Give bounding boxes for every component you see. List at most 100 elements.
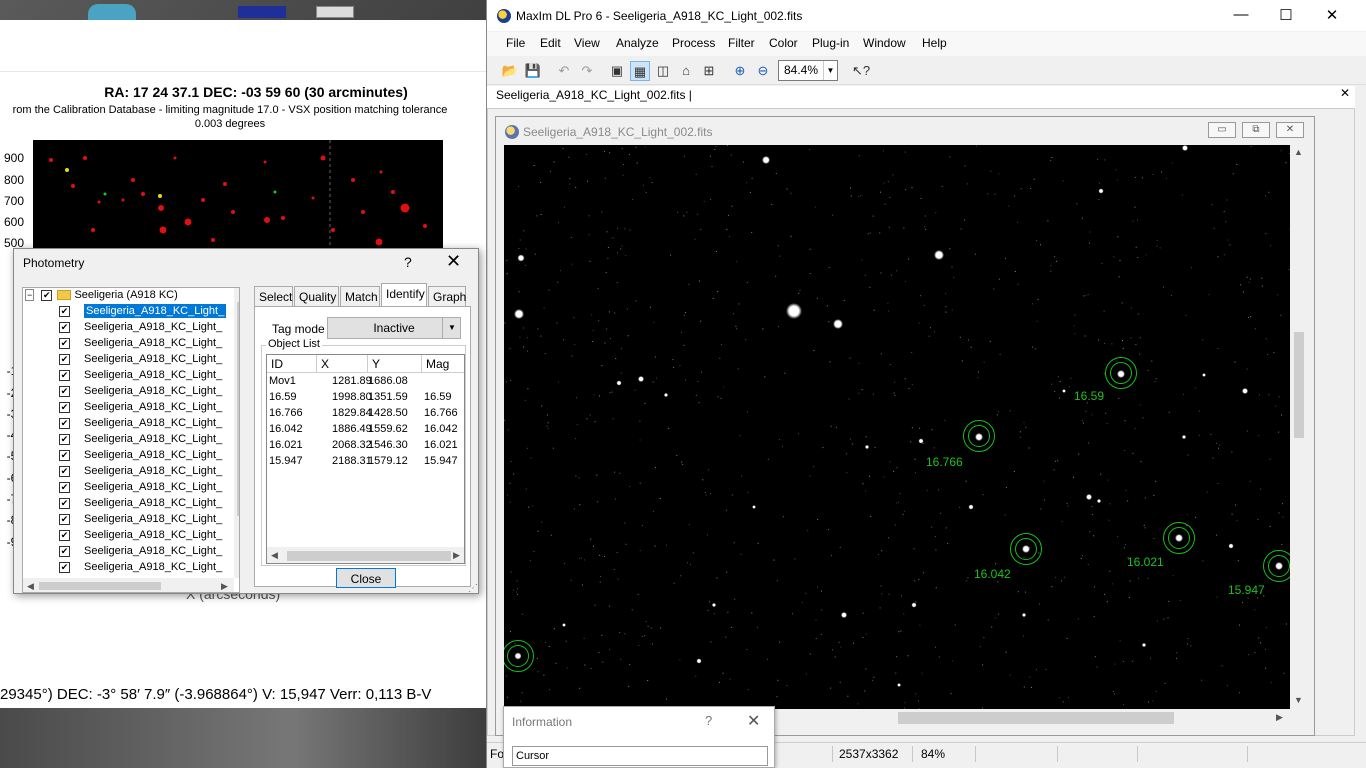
tree-item[interactable]: ✔ Seeligeria_A918_KC_Light_ <box>59 465 222 481</box>
lock-icon[interactable]: ⌂ <box>676 61 696 81</box>
document-tab[interactable]: Seeligeria_A918_KC_Light_002.fits | <box>496 88 692 102</box>
tab-match[interactable]: Match <box>340 286 380 306</box>
close-icon[interactable]: ✕ <box>1340 86 1350 100</box>
table-row[interactable]: 16.59 1998.80 1351.59 16.59 <box>267 391 464 407</box>
checkbox[interactable]: ✔ <box>59 369 70 381</box>
checkbox[interactable]: ✔ <box>59 545 70 557</box>
tree-item[interactable]: ✔ Seeligeria_A918_KC_Light_ <box>59 304 227 321</box>
horizontal-scroll-thumb[interactable] <box>39 582 161 590</box>
tree-item[interactable]: ✔ Seeligeria_A918_KC_Light_ <box>59 513 222 529</box>
zoom-select[interactable]: 84.4% ▼ <box>778 60 838 81</box>
checkbox[interactable]: ✔ <box>59 337 70 349</box>
table-row[interactable]: 16.766 1829.84 1428.50 16.766 <box>267 407 464 423</box>
scroll-down-icon[interactable]: ▼ <box>1294 695 1303 705</box>
checkbox[interactable]: ✔ <box>41 289 53 301</box>
menu-process[interactable]: Process <box>672 36 715 50</box>
zoom-out-icon[interactable]: ⊖ <box>753 61 773 81</box>
menu-edit[interactable]: Edit <box>540 36 561 50</box>
checkbox[interactable]: ✔ <box>59 305 70 317</box>
horizontal-scroll-thumb[interactable] <box>898 712 1174 724</box>
column-header[interactable]: Mag <box>422 355 464 373</box>
close-icon[interactable]: ✕ <box>446 251 461 272</box>
tree-item[interactable]: ✔ Seeligeria_A918_KC_Light_ <box>59 337 222 353</box>
close-icon[interactable]: ✕ <box>747 711 760 731</box>
tree-item[interactable]: ✔ Seeligeria_A918_KC_Light_ <box>59 545 222 561</box>
table-row[interactable]: Mov1 1281.89 1686.08 <box>267 375 464 391</box>
astro-image[interactable]: 16.59 16.766 16.042 16.021 15.947 <box>504 145 1290 709</box>
column-header[interactable]: ID <box>267 355 317 373</box>
checkbox[interactable]: ✔ <box>59 321 70 333</box>
table-row[interactable]: 16.021 2068.32 1546.30 16.021 <box>267 439 464 455</box>
checkbox[interactable]: ✔ <box>59 433 70 445</box>
column-header[interactable]: Y <box>368 355 422 373</box>
tree-item[interactable]: ✔ Seeligeria_A918_KC_Light_ <box>59 369 222 385</box>
checkbox[interactable]: ✔ <box>59 497 70 509</box>
open-icon[interactable]: 📂 <box>500 61 520 81</box>
save-icon[interactable]: 💾 <box>523 61 543 81</box>
checkbox[interactable]: ✔ <box>59 353 70 365</box>
checkbox[interactable]: ✔ <box>59 465 70 477</box>
help-icon[interactable]: ? <box>404 254 412 270</box>
tab-select[interactable]: Select <box>254 286 293 306</box>
table-row[interactable]: 15.947 2188.31 1579.12 15.947 <box>267 455 464 471</box>
checkbox[interactable]: ✔ <box>59 529 70 541</box>
flip-icon[interactable]: ◫ <box>653 61 673 81</box>
menu-view[interactable]: View <box>574 36 600 50</box>
checkbox[interactable]: ✔ <box>59 561 70 573</box>
tree-root[interactable]: − ✔ Seeligeria (A918 KC) <box>25 289 178 303</box>
menu-analyze[interactable]: Analyze <box>616 36 659 50</box>
scroll-left-icon[interactable]: ◀ <box>271 550 278 561</box>
maximize-button[interactable]: ☐ <box>1263 6 1309 24</box>
mdi-restore-button[interactable]: ⧉ <box>1242 122 1270 138</box>
collapse-icon[interactable]: − <box>25 289 35 301</box>
vertical-scroll-thumb[interactable] <box>1294 332 1304 438</box>
scroll-right-icon[interactable]: ▶ <box>1276 712 1283 723</box>
scroll-right-icon[interactable]: ▶ <box>221 581 228 592</box>
scroll-left-icon[interactable]: ◀ <box>27 581 34 592</box>
checkbox[interactable]: ✔ <box>59 481 70 493</box>
tree-item[interactable]: ✔ Seeligeria_A918_KC_Light_ <box>59 353 222 369</box>
scroll-up-icon[interactable]: ▲ <box>237 288 239 298</box>
resize-grip-icon[interactable]: ⋰ <box>468 583 478 594</box>
undo-icon[interactable]: ↶ <box>554 61 574 81</box>
tab-graph[interactable]: Graph <box>428 286 466 306</box>
checkbox[interactable]: ✔ <box>59 385 70 397</box>
information-mode-select[interactable]: Cursor <box>512 746 768 766</box>
tree-item[interactable]: ✔ Seeligeria_A918_KC_Light_ <box>59 529 222 545</box>
menu-window[interactable]: Window <box>863 36 906 50</box>
tag-mode-select[interactable]: Inactive ▼ <box>327 317 461 339</box>
zoom-in-icon[interactable]: ⊕ <box>730 61 750 81</box>
tree-item[interactable]: ✔ Seeligeria_A918_KC_Light_ <box>59 385 222 401</box>
menu-color[interactable]: Color <box>769 36 798 50</box>
column-header[interactable]: X <box>317 355 368 373</box>
tree-item[interactable]: ✔ Seeligeria_A918_KC_Light_ <box>59 497 222 513</box>
minimize-button[interactable]: — <box>1218 6 1264 23</box>
table-row[interactable]: 16.042 1886.49 1559.62 16.042 <box>267 423 464 439</box>
tree-item[interactable]: ✔ Seeligeria_A918_KC_Light_ <box>59 449 222 465</box>
tree-item[interactable]: ✔ Seeligeria_A918_KC_Light_ <box>59 321 222 337</box>
tree-item[interactable]: ✔ Seeligeria_A918_KC_Light_ <box>59 481 222 497</box>
scroll-down-icon[interactable]: ▼ <box>237 564 239 574</box>
tree-item[interactable]: ✔ Seeligeria_A918_KC_Light_ <box>59 561 222 577</box>
menu-file[interactable]: File <box>506 36 525 50</box>
help-icon[interactable]: ? <box>705 713 712 728</box>
image-icon[interactable]: ▣ <box>607 61 627 81</box>
tree-item[interactable]: ✔ Seeligeria_A918_KC_Light_ <box>59 417 222 433</box>
scroll-up-icon[interactable]: ▲ <box>1294 147 1303 157</box>
vertical-scroll-thumb[interactable] <box>237 302 239 516</box>
menu-plugin[interactable]: Plug-in <box>812 36 849 50</box>
checkbox[interactable]: ✔ <box>59 513 70 525</box>
close-button[interactable]: ✕ <box>1309 6 1355 24</box>
tab-identify[interactable]: Identify <box>381 283 427 306</box>
menu-help[interactable]: Help <box>922 36 947 50</box>
menu-filter[interactable]: Filter <box>728 36 755 50</box>
properties-icon[interactable]: ⊞ <box>699 61 719 81</box>
scroll-right-icon[interactable]: ▶ <box>453 550 460 561</box>
tree-item[interactable]: ✔ Seeligeria_A918_KC_Light_ <box>59 401 222 417</box>
checkbox[interactable]: ✔ <box>59 417 70 429</box>
screen-stretch-icon[interactable]: ▦ <box>630 61 650 81</box>
mdi-minimize-button[interactable]: ▭ <box>1208 122 1236 138</box>
checkbox[interactable]: ✔ <box>59 401 70 413</box>
close-button[interactable]: Close <box>336 568 396 588</box>
context-help-icon[interactable]: ↖? <box>851 61 871 81</box>
